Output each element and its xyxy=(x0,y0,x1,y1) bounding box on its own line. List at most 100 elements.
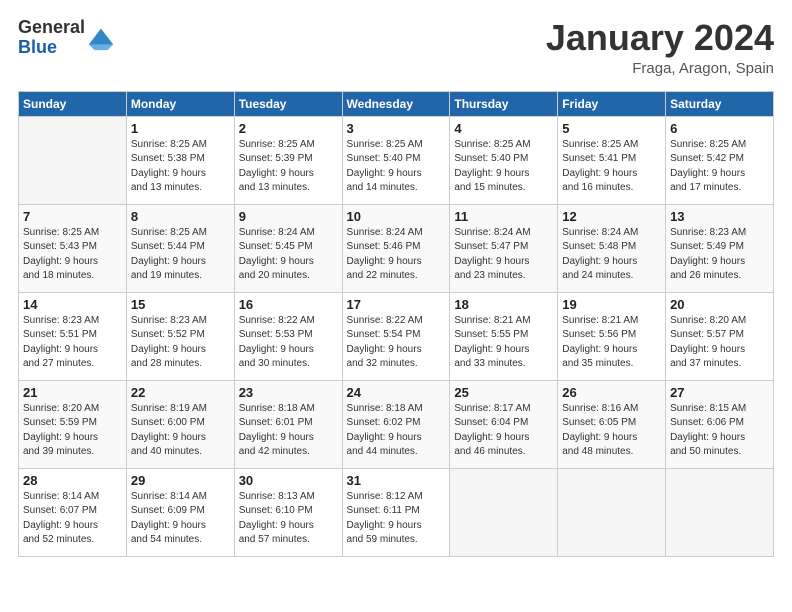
calendar-cell: 4 Sunrise: 8:25 AMSunset: 5:40 PMDaylight… xyxy=(450,116,558,204)
day-number: 28 xyxy=(23,473,122,488)
cell-info: Sunrise: 8:22 AMSunset: 5:53 PMDaylight:… xyxy=(239,314,338,372)
calendar-cell: 5Sunrise: 8:25 AMSunset: 5:41 PMDaylight… xyxy=(558,116,666,204)
day-number: 20 xyxy=(670,297,769,312)
calendar-cell: 26 Sunrise: 8:16 AMSunset: 6:05 PMDayligh… xyxy=(558,380,666,468)
calendar-cell: 6Sunrise: 8:25 AMSunset: 5:42 PMDaylight… xyxy=(666,116,774,204)
day-number: 15 xyxy=(131,297,230,312)
calendar-body: 1 Sunrise: 8:25 AMSunset: 5:38 PMDaylight… xyxy=(19,116,774,556)
calendar-cell: 19 Sunrise: 8:21 AMSunset: 5:56 PMDayligh… xyxy=(558,292,666,380)
cell-info: Sunrise: 8:15 AMSunset: 6:06 PMDaylight:… xyxy=(670,402,769,460)
day-number: 19 xyxy=(562,297,661,312)
calendar-cell: 23 Sunrise: 8:18 AMSunset: 6:01 PMDayligh… xyxy=(234,380,342,468)
cell-info: Sunrise: 8:23 AMSunset: 5:49 PMDaylight:… xyxy=(670,226,769,284)
calendar-week-2: 14 Sunrise: 8:23 AMSunset: 5:51 PMDayligh… xyxy=(19,292,774,380)
day-number: 11 xyxy=(454,209,553,224)
cell-info: Sunrise: 8:14 AMSunset: 6:07 PMDaylight:… xyxy=(23,490,122,548)
calendar-cell: 9Sunrise: 8:24 AMSunset: 5:45 PMDaylight… xyxy=(234,204,342,292)
cell-info: Sunrise: 8:25 AMSunset: 5:40 PMDaylight:… xyxy=(347,138,446,196)
calendar-cell: 15 Sunrise: 8:23 AMSunset: 5:52 PMDayligh… xyxy=(126,292,234,380)
calendar-cell: 10 Sunrise: 8:24 AMSunset: 5:46 PMDayligh… xyxy=(342,204,450,292)
day-number: 13 xyxy=(670,209,769,224)
calendar-cell: 17Sunrise: 8:22 AMSunset: 5:54 PMDayligh… xyxy=(342,292,450,380)
day-number: 8 xyxy=(131,209,230,224)
cell-info: Sunrise: 8:23 AMSunset: 5:51 PMDaylight:… xyxy=(23,314,122,372)
logo-text-block: General Blue xyxy=(18,18,85,58)
day-number: 17 xyxy=(347,297,446,312)
day-header-saturday: Saturday xyxy=(666,91,774,116)
cell-info: Sunrise: 8:16 AMSunset: 6:05 PMDaylight:… xyxy=(562,402,661,460)
month-title: January 2024 xyxy=(546,18,774,58)
calendar-cell: 27Sunrise: 8:15 AMSunset: 6:06 PMDayligh… xyxy=(666,380,774,468)
cell-info: Sunrise: 8:17 AMSunset: 6:04 PMDaylight:… xyxy=(454,402,553,460)
cell-info: Sunrise: 8:25 AMSunset: 5:44 PMDaylight:… xyxy=(131,226,230,284)
day-header-wednesday: Wednesday xyxy=(342,91,450,116)
day-number: 10 xyxy=(347,209,446,224)
cell-info: Sunrise: 8:21 AMSunset: 5:55 PMDaylight:… xyxy=(454,314,553,372)
cell-info: Sunrise: 8:23 AMSunset: 5:52 PMDaylight:… xyxy=(131,314,230,372)
calendar-cell: 22Sunrise: 8:19 AMSunset: 6:00 PMDayligh… xyxy=(126,380,234,468)
calendar-cell xyxy=(666,468,774,556)
calendar-cell: 24Sunrise: 8:18 AMSunset: 6:02 PMDayligh… xyxy=(342,380,450,468)
calendar-cell: 28 Sunrise: 8:14 AMSunset: 6:07 PMDayligh… xyxy=(19,468,127,556)
cell-info: Sunrise: 8:25 AMSunset: 5:38 PMDaylight:… xyxy=(131,138,230,196)
calendar-cell: 2 Sunrise: 8:25 AMSunset: 5:39 PMDaylight… xyxy=(234,116,342,204)
day-number: 31 xyxy=(347,473,446,488)
cell-info: Sunrise: 8:25 AMSunset: 5:39 PMDaylight:… xyxy=(239,138,338,196)
calendar-cell: 21 Sunrise: 8:20 AMSunset: 5:59 PMDayligh… xyxy=(19,380,127,468)
calendar-week-3: 21 Sunrise: 8:20 AMSunset: 5:59 PMDayligh… xyxy=(19,380,774,468)
calendar-cell: 11Sunrise: 8:24 AMSunset: 5:47 PMDayligh… xyxy=(450,204,558,292)
calendar-cell xyxy=(558,468,666,556)
calendar-cell: 3 Sunrise: 8:25 AMSunset: 5:40 PMDaylight… xyxy=(342,116,450,204)
calendar-week-1: 7Sunrise: 8:25 AMSunset: 5:43 PMDaylight… xyxy=(19,204,774,292)
cell-info: Sunrise: 8:25 AMSunset: 5:41 PMDaylight:… xyxy=(562,138,661,196)
day-header-friday: Friday xyxy=(558,91,666,116)
day-number: 16 xyxy=(239,297,338,312)
day-number: 25 xyxy=(454,385,553,400)
logo-blue: Blue xyxy=(18,37,57,57)
cell-info: Sunrise: 8:20 AMSunset: 5:57 PMDaylight:… xyxy=(670,314,769,372)
calendar-cell: 14 Sunrise: 8:23 AMSunset: 5:51 PMDayligh… xyxy=(19,292,127,380)
day-number: 4 xyxy=(454,121,553,136)
calendar-cell: 31 Sunrise: 8:12 AMSunset: 6:11 PMDayligh… xyxy=(342,468,450,556)
cell-info: Sunrise: 8:18 AMSunset: 6:01 PMDaylight:… xyxy=(239,402,338,460)
day-number: 30 xyxy=(239,473,338,488)
logo-top: General Blue xyxy=(18,18,115,58)
calendar-cell: 12Sunrise: 8:24 AMSunset: 5:48 PMDayligh… xyxy=(558,204,666,292)
day-number: 23 xyxy=(239,385,338,400)
day-number: 14 xyxy=(23,297,122,312)
day-number: 1 xyxy=(131,121,230,136)
day-number: 3 xyxy=(347,121,446,136)
cell-info: Sunrise: 8:25 AMSunset: 5:40 PMDaylight:… xyxy=(454,138,553,196)
title-block: January 2024 Fraga, Aragon, Spain xyxy=(546,18,774,77)
cell-info: Sunrise: 8:24 AMSunset: 5:48 PMDaylight:… xyxy=(562,226,661,284)
day-header-thursday: Thursday xyxy=(450,91,558,116)
calendar-cell: 7Sunrise: 8:25 AMSunset: 5:43 PMDaylight… xyxy=(19,204,127,292)
calendar-cell xyxy=(19,116,127,204)
cell-info: Sunrise: 8:14 AMSunset: 6:09 PMDaylight:… xyxy=(131,490,230,548)
calendar-cell: 29 Sunrise: 8:14 AMSunset: 6:09 PMDayligh… xyxy=(126,468,234,556)
day-number: 26 xyxy=(562,385,661,400)
day-number: 2 xyxy=(239,121,338,136)
calendar-header-row: SundayMondayTuesdayWednesdayThursdayFrid… xyxy=(19,91,774,116)
cell-info: Sunrise: 8:12 AMSunset: 6:11 PMDaylight:… xyxy=(347,490,446,548)
cell-info: Sunrise: 8:25 AMSunset: 5:43 PMDaylight:… xyxy=(23,226,122,284)
calendar-week-0: 1 Sunrise: 8:25 AMSunset: 5:38 PMDaylight… xyxy=(19,116,774,204)
calendar-cell: 30 Sunrise: 8:13 AMSunset: 6:10 PMDayligh… xyxy=(234,468,342,556)
day-number: 21 xyxy=(23,385,122,400)
cell-info: Sunrise: 8:25 AMSunset: 5:42 PMDaylight:… xyxy=(670,138,769,196)
day-header-sunday: Sunday xyxy=(19,91,127,116)
calendar-cell xyxy=(450,468,558,556)
header-row: General Blue January 2024 Fraga, Aragon,… xyxy=(18,18,774,77)
cell-info: Sunrise: 8:24 AMSunset: 5:46 PMDaylight:… xyxy=(347,226,446,284)
day-number: 29 xyxy=(131,473,230,488)
cell-info: Sunrise: 8:20 AMSunset: 5:59 PMDaylight:… xyxy=(23,402,122,460)
calendar-cell: 13 Sunrise: 8:23 AMSunset: 5:49 PMDayligh… xyxy=(666,204,774,292)
day-header-tuesday: Tuesday xyxy=(234,91,342,116)
calendar-week-4: 28 Sunrise: 8:14 AMSunset: 6:07 PMDayligh… xyxy=(19,468,774,556)
cell-info: Sunrise: 8:21 AMSunset: 5:56 PMDaylight:… xyxy=(562,314,661,372)
calendar-cell: 20 Sunrise: 8:20 AMSunset: 5:57 PMDayligh… xyxy=(666,292,774,380)
logo-icon xyxy=(87,24,115,52)
cell-info: Sunrise: 8:18 AMSunset: 6:02 PMDaylight:… xyxy=(347,402,446,460)
calendar-cell: 16 Sunrise: 8:22 AMSunset: 5:53 PMDayligh… xyxy=(234,292,342,380)
cell-info: Sunrise: 8:13 AMSunset: 6:10 PMDaylight:… xyxy=(239,490,338,548)
